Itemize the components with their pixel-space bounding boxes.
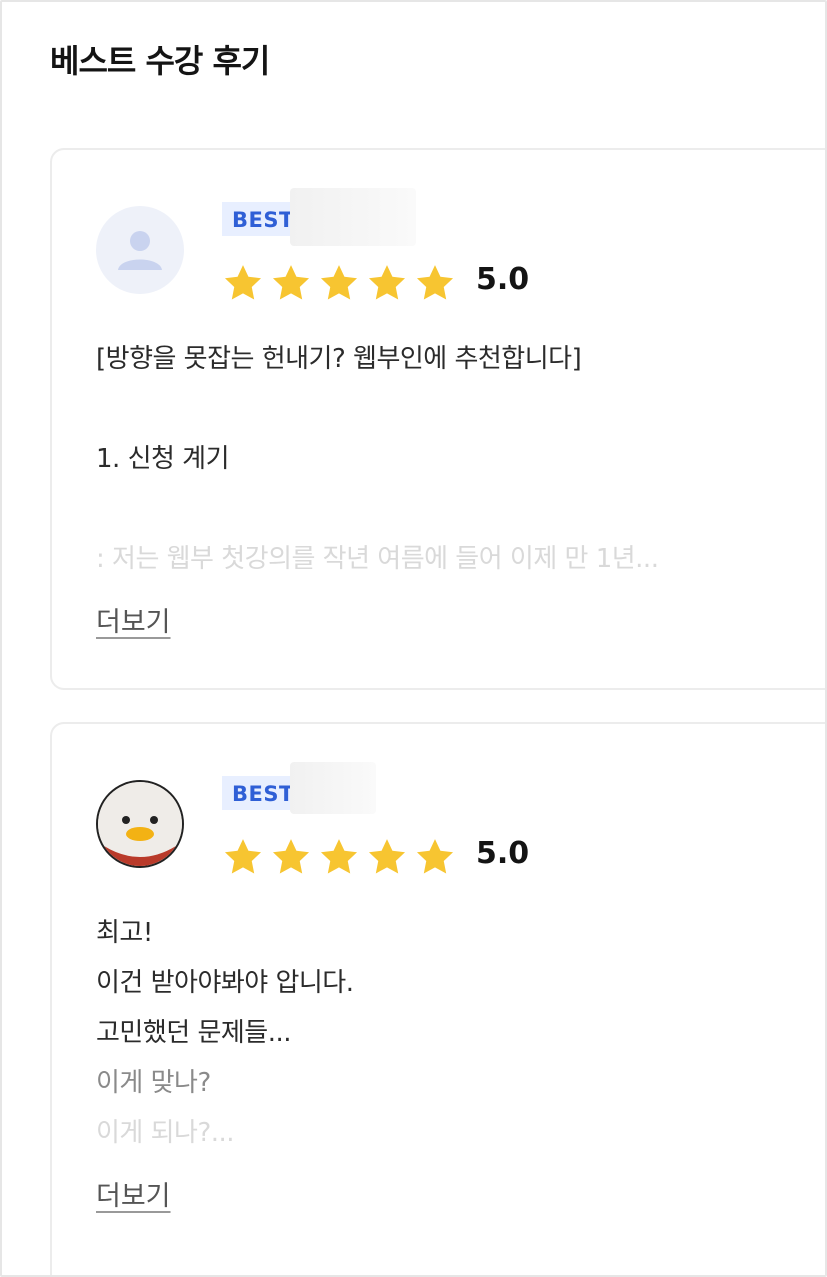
- review-line: 1. 신청 계기: [96, 444, 230, 474]
- review-body: 최고! 이건 받아야봐야 압니다. 고민했던 문제들... 이게 맞나? 이게 …: [96, 908, 825, 1158]
- more-button[interactable]: 더보기: [96, 600, 171, 639]
- reviewer-name-blurred: [290, 762, 376, 814]
- star-icon: [270, 836, 312, 878]
- star-icon: [414, 836, 456, 878]
- star-icon: [222, 262, 264, 304]
- review-body: [방향을 못잡는 헌내기? 웹부인에 추천합니다] 1. 신청 계기 : 저는 …: [96, 334, 825, 584]
- profile-photo-avatar: [96, 780, 184, 868]
- star-rating: [222, 262, 456, 304]
- review-line: 고민했던 문제들...: [96, 1018, 292, 1048]
- star-icon: [414, 262, 456, 304]
- review-line: 최고!: [96, 918, 153, 948]
- rating-value: 5.0: [476, 262, 530, 297]
- star-icon: [222, 836, 264, 878]
- star-rating: [222, 836, 456, 878]
- best-reviews-panel: 베스트 수강 후기 BEST 5.0 [방향을 못잡는 헌내기? 웹부인에 추천…: [0, 0, 827, 1277]
- default-avatar-icon: [96, 206, 184, 294]
- star-icon: [270, 262, 312, 304]
- review-card: BEST 5.0 최고! 이건 받아야봐야 압니다. 고민했던 문제들... 이…: [50, 722, 825, 1275]
- review-card: BEST 5.0 [방향을 못잡는 헌내기? 웹부인에 추천합니다] 1. 신청…: [50, 148, 825, 690]
- review-line: [방향을 못잡는 헌내기? 웹부인에 추천합니다]: [96, 344, 582, 374]
- star-icon: [318, 262, 360, 304]
- review-line: [96, 384, 825, 434]
- star-icon: [366, 836, 408, 878]
- reviewer-name-blurred: [290, 188, 416, 246]
- star-icon: [366, 262, 408, 304]
- section-title: 베스트 수강 후기: [50, 42, 270, 80]
- more-button[interactable]: 더보기: [96, 1174, 171, 1213]
- review-line: [96, 484, 825, 534]
- star-icon: [318, 836, 360, 878]
- review-line: 이게 맞나?: [96, 1068, 211, 1098]
- rating-value: 5.0: [476, 836, 530, 871]
- review-line: 이건 받아야봐야 압니다.: [96, 968, 354, 998]
- review-line: 이게 되나?...: [96, 1118, 235, 1148]
- review-line: : 저는 웹부 첫강의를 작년 여름에 들어 이제 만 1년...: [96, 544, 659, 574]
